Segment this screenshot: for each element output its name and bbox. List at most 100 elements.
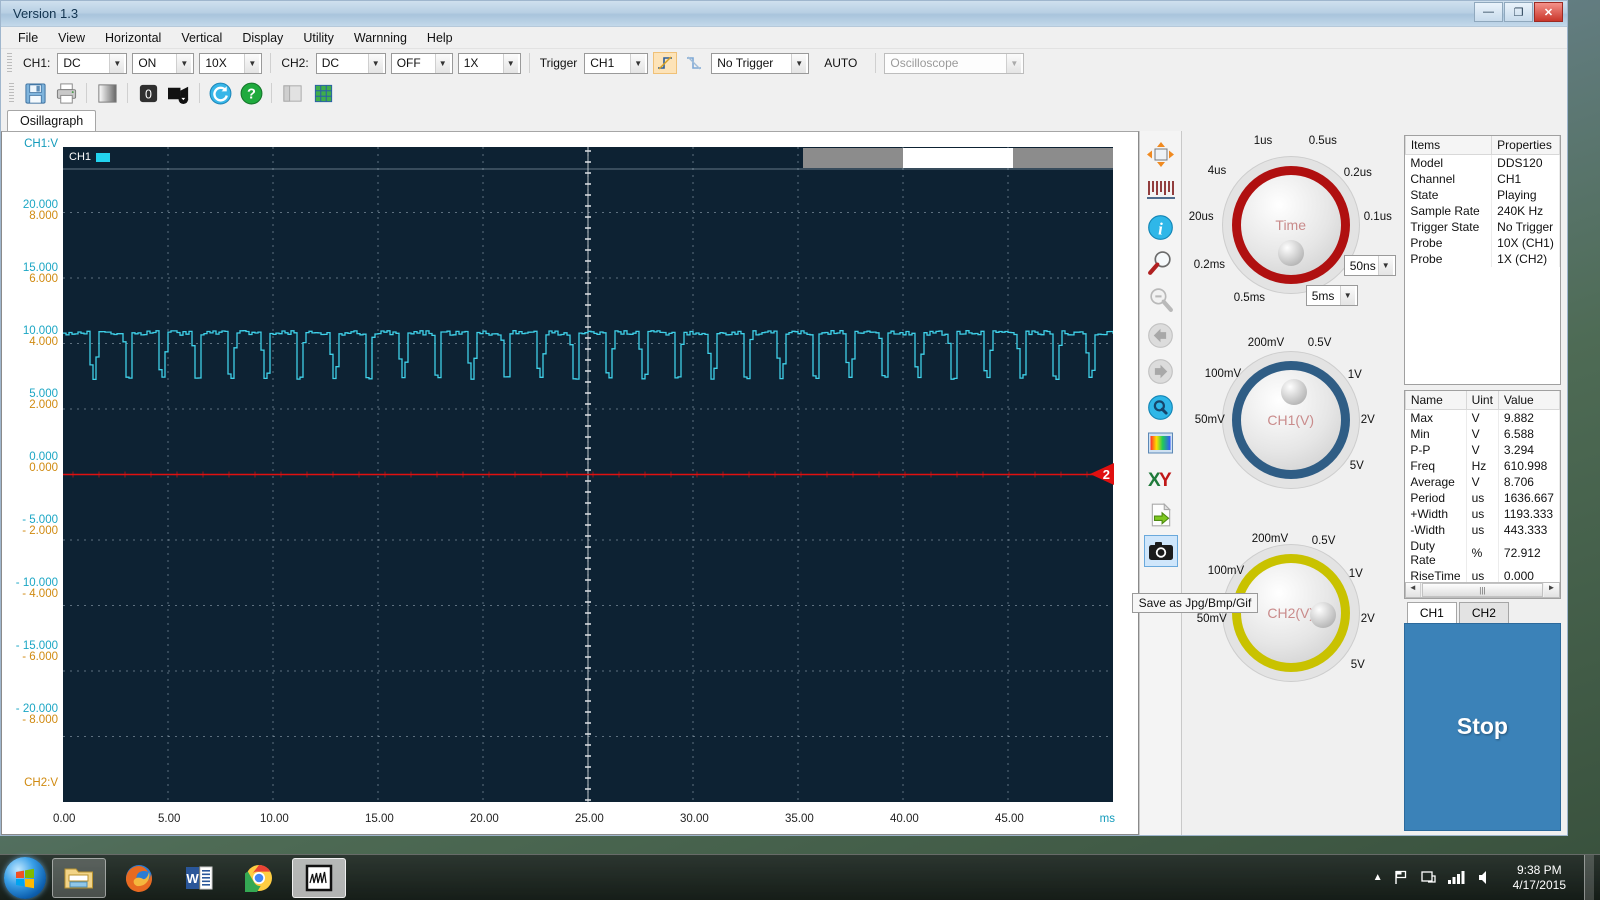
- auto-label[interactable]: AUTO: [822, 56, 859, 70]
- taskbar-clock[interactable]: 9:38 PM 4/17/2015: [1505, 863, 1574, 893]
- properties-row[interactable]: Model DDS120: [1405, 154, 1560, 171]
- tab-ch1[interactable]: CH1: [1406, 601, 1457, 623]
- refresh-icon[interactable]: [206, 80, 234, 106]
- print-icon[interactable]: [52, 80, 80, 106]
- ch1-knob[interactable]: CH1(V): [1231, 360, 1350, 479]
- move-trace-icon[interactable]: [1144, 139, 1178, 171]
- trigger-source-select[interactable]: CH1 ▼: [584, 52, 649, 74]
- measure-row[interactable]: Max V 9.882: [1405, 409, 1560, 426]
- ch2-state-select[interactable]: OFF ▼: [390, 52, 453, 74]
- menu-item-display[interactable]: Display: [233, 29, 292, 47]
- camera-icon[interactable]: [1143, 535, 1178, 567]
- palette-icon[interactable]: [1144, 427, 1178, 459]
- measure-row[interactable]: Min V 6.588: [1405, 426, 1560, 442]
- scroll-right-arrow-icon[interactable]: ►: [1543, 582, 1559, 597]
- measure-row[interactable]: RiseTime us 0.000: [1405, 568, 1560, 582]
- properties-row[interactable]: Probe 10X (CH1): [1405, 235, 1560, 251]
- ch1-state-value: ON: [138, 56, 157, 70]
- volume-icon[interactable]: [1477, 869, 1495, 886]
- ch2-level-marker[interactable]: 2: [1080, 463, 1114, 485]
- close-button[interactable]: ✕: [1534, 2, 1563, 22]
- search-icon[interactable]: [1144, 391, 1178, 423]
- oscilloscope-graph[interactable]: CH1 2: [63, 147, 1114, 802]
- tab-osillagraph[interactable]: Osillagraph: [7, 110, 97, 131]
- ch1-state-select[interactable]: ON ▼: [132, 52, 195, 74]
- gradient-icon[interactable]: [93, 80, 121, 106]
- menu-item-file[interactable]: File: [9, 29, 47, 47]
- stop-button[interactable]: Stop: [1403, 622, 1561, 831]
- y-tick-ch2: - 8.000: [22, 714, 58, 726]
- rising-edge-icon[interactable]: [653, 52, 678, 74]
- measure-horizontal-scrollbar[interactable]: ◄ ||| ►: [1404, 581, 1560, 598]
- export-file-icon[interactable]: [1144, 499, 1178, 531]
- measure-row[interactable]: Duty Rate% 72.912: [1405, 538, 1560, 568]
- menu-item-vertical[interactable]: Vertical: [172, 29, 231, 47]
- measure-row[interactable]: Freq Hz 610.998: [1405, 458, 1560, 474]
- tray-expand-icon[interactable]: ▲: [1373, 872, 1383, 883]
- scroll-left-arrow-icon[interactable]: ◄: [1405, 582, 1421, 597]
- toolbar-grip[interactable]: [7, 53, 12, 73]
- properties-row-cell-1: Playing: [1491, 187, 1560, 203]
- properties-row[interactable]: Trigger State No Trigger: [1405, 219, 1560, 235]
- maximize-button[interactable]: ❐: [1504, 2, 1533, 22]
- start-button-icon[interactable]: [4, 856, 46, 899]
- ch1-coupling-select[interactable]: DC ▼: [57, 52, 128, 74]
- scrollbar-thumb[interactable]: [903, 148, 1013, 168]
- toolbar-grip[interactable]: [9, 83, 14, 103]
- ruler-icon[interactable]: [1144, 175, 1178, 207]
- chevron-down-icon: ▼: [1006, 53, 1022, 73]
- y-tick-ch2: 8.000: [29, 210, 58, 222]
- scrollbar-track-left[interactable]: [803, 148, 903, 168]
- tab-ch2[interactable]: CH2: [1458, 601, 1509, 623]
- show-desktop-button[interactable]: [1584, 854, 1594, 900]
- trigger-mode-select[interactable]: No Trigger ▼: [711, 52, 810, 74]
- time-knob[interactable]: Time: [1231, 165, 1350, 284]
- scrollbar-thumb[interactable]: |||: [1421, 582, 1543, 597]
- help-icon[interactable]: ?: [237, 80, 265, 106]
- action-center-flag-icon[interactable]: [1393, 869, 1410, 886]
- panel-layout-icon[interactable]: [278, 80, 306, 106]
- ch1-probe-select[interactable]: 10X ▼: [199, 52, 263, 74]
- zoom-out-icon[interactable]: [1144, 283, 1178, 315]
- falling-edge-icon[interactable]: [682, 52, 706, 74]
- graph-horizontal-scrollbar[interactable]: [803, 148, 1113, 168]
- measure-row[interactable]: Period us 1636.667: [1405, 490, 1560, 506]
- measure-row[interactable]: +Width us 1193.333: [1405, 506, 1560, 522]
- zero-icon[interactable]: 0: [134, 80, 162, 106]
- ch2-coupling-select[interactable]: DC ▼: [315, 52, 386, 74]
- taskbar-item-chrome[interactable]: [232, 858, 286, 898]
- grid-icon[interactable]: [309, 80, 337, 106]
- properties-row[interactable]: Channel CH1: [1405, 171, 1560, 187]
- properties-row[interactable]: Sample Rate 240K Hz: [1405, 203, 1560, 219]
- minimize-button[interactable]: —: [1474, 2, 1503, 22]
- menu-item-utility[interactable]: Utility: [294, 29, 343, 47]
- measure-row[interactable]: Average V 8.706: [1405, 474, 1560, 490]
- ch1-probe-value: 10X: [205, 56, 227, 70]
- taskbar-item-word[interactable]: W: [172, 858, 226, 898]
- time-base-coarse-select[interactable]: 5ms ▼: [1305, 285, 1358, 306]
- signal-bars-icon[interactable]: [1447, 869, 1467, 886]
- menu-item-help[interactable]: Help: [418, 29, 462, 47]
- info-icon[interactable]: i: [1144, 211, 1178, 243]
- taskbar-item-explorer[interactable]: [52, 857, 106, 898]
- menu-item-horizontal[interactable]: Horizontal: [96, 29, 170, 47]
- properties-row[interactable]: State Playing: [1405, 187, 1560, 203]
- properties-row[interactable]: Probe 1X (CH2): [1405, 251, 1560, 267]
- zoom-in-icon[interactable]: [1144, 247, 1178, 279]
- save-icon[interactable]: [21, 80, 49, 106]
- scrollbar-track-right[interactable]: [1013, 148, 1113, 168]
- arrow-left-icon[interactable]: [1144, 319, 1178, 351]
- taskbar-item-firefox[interactable]: [112, 858, 166, 898]
- video-capture-icon[interactable]: [165, 80, 193, 106]
- taskbar-item-oscilloscope[interactable]: [292, 857, 346, 898]
- time-base-fine-select[interactable]: 50ns ▼: [1343, 255, 1396, 276]
- ch2-probe-select[interactable]: 1X ▼: [457, 52, 521, 74]
- arrow-right-icon[interactable]: [1144, 355, 1178, 387]
- measure-row[interactable]: -Width us 443.333: [1405, 522, 1560, 538]
- network-icon[interactable]: [1420, 869, 1437, 886]
- xy-mode-icon[interactable]: X Y: [1144, 463, 1178, 495]
- menu-item-warnning[interactable]: Warnning: [345, 29, 416, 47]
- menu-item-view[interactable]: View: [49, 29, 94, 47]
- measure-row[interactable]: P-P V 3.294: [1405, 442, 1560, 458]
- device-select[interactable]: Oscilloscope ▼: [884, 52, 1025, 74]
